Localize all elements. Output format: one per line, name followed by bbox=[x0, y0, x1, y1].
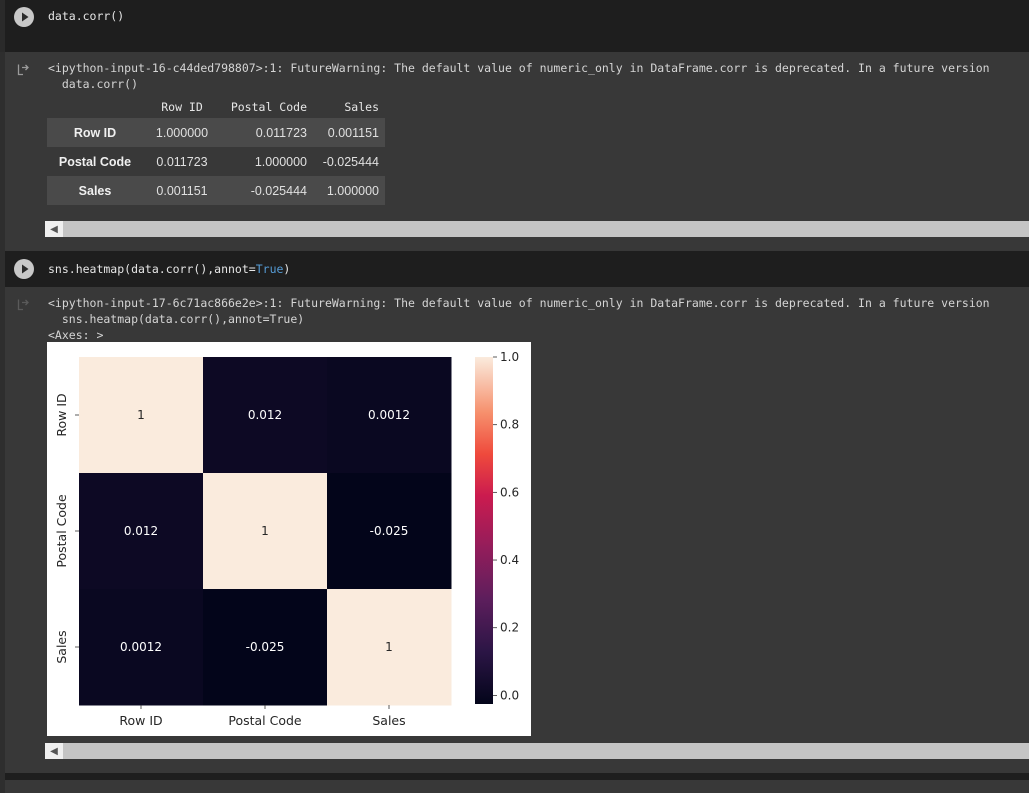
x-tick-label: Row ID bbox=[119, 713, 162, 728]
next-cell-edge bbox=[5, 773, 1029, 780]
colorbar-tick-label: 0.8 bbox=[500, 418, 519, 432]
colorbar bbox=[475, 357, 493, 704]
colorbar-tick-label: 0.2 bbox=[500, 621, 519, 635]
row-label: Row ID bbox=[73, 125, 117, 140]
table-row: Sales 0.001151 -0.025444 1.000000 bbox=[47, 176, 385, 205]
heatmap-annotation: 1 bbox=[137, 408, 145, 422]
play-icon bbox=[22, 12, 29, 22]
cell-2-code[interactable]: sns.heatmap(data.corr(),annot=True) bbox=[48, 262, 290, 276]
colorbar-tick-label: 0.4 bbox=[500, 553, 519, 567]
cell-1-code[interactable]: data.corr() bbox=[48, 9, 124, 23]
row-label: Postal Code bbox=[58, 154, 132, 169]
x-tick-label: Sales bbox=[372, 713, 405, 728]
colorbar-tick-label: 0.6 bbox=[500, 485, 519, 499]
dataframe-index-header bbox=[47, 96, 143, 118]
heatmap-figure: 1 0.012 0.0012 0.012 1 -0.025 0.0012 -0.025 1 Ro… bbox=[47, 342, 531, 736]
heatmap-annotation: -0.025 bbox=[246, 640, 285, 654]
column-header: Row ID bbox=[161, 100, 203, 114]
dataframe-table: Row ID Postal Code Sales Row ID 1.000000… bbox=[47, 96, 385, 205]
axes-repr: <Axes: > bbox=[48, 328, 104, 342]
run-cell-1-button[interactable] bbox=[14, 7, 34, 27]
heatmap-annotation: 1 bbox=[261, 524, 269, 538]
heatmap-annotation: 0.012 bbox=[248, 408, 282, 422]
dataframe-header-row: Row ID Postal Code Sales bbox=[47, 96, 385, 118]
table-cell: 0.001151 bbox=[327, 125, 379, 140]
table-cell: 1.000000 bbox=[326, 183, 379, 198]
y-tick-label: Postal Code bbox=[54, 494, 69, 568]
table-cell: -0.025444 bbox=[322, 154, 379, 169]
cell-1-warning-line-1: <ipython-input-16-c44ded798807>:1: Futur… bbox=[48, 61, 990, 75]
table-cell: 1.000000 bbox=[155, 125, 209, 140]
table-cell: 0.001151 bbox=[156, 183, 208, 198]
x-tick-label: Postal Code bbox=[228, 713, 302, 728]
chevron-left-icon[interactable]: ◀ bbox=[45, 221, 63, 237]
chevron-left-icon[interactable]: ◀ bbox=[45, 743, 63, 759]
heatmap-annotation: 1 bbox=[385, 640, 393, 654]
table-row: Row ID 1.000000 0.011723 0.001151 bbox=[47, 118, 385, 147]
code-cell-1[interactable] bbox=[5, 0, 1029, 52]
code-text: sns.heatmap(data.corr(),annot= bbox=[48, 262, 256, 276]
heatmap-chart: 1 0.012 0.0012 0.012 1 -0.025 0.0012 -0.025 1 Ro… bbox=[54, 350, 519, 728]
heatmap-annotation: 0.012 bbox=[124, 524, 158, 538]
output-1-scrollbar[interactable]: ◀ bbox=[45, 221, 1029, 237]
row-label: Sales bbox=[78, 183, 112, 198]
column-header: Sales bbox=[344, 100, 379, 114]
table-cell: 1.000000 bbox=[254, 154, 307, 169]
play-icon bbox=[22, 264, 29, 274]
heatmap-annotation: 0.0012 bbox=[368, 408, 410, 422]
code-text: ) bbox=[283, 262, 291, 276]
table-cell: 0.011723 bbox=[156, 154, 208, 169]
output-arrow-icon[interactable] bbox=[17, 298, 30, 314]
heatmap-annotation: 0.0012 bbox=[120, 640, 162, 654]
output-arrow-icon[interactable] bbox=[17, 63, 30, 79]
output-2-scrollbar[interactable]: ◀ bbox=[45, 743, 1029, 759]
table-row: Postal Code 0.011723 1.000000 -0.025444 bbox=[47, 147, 385, 176]
colorbar-tick-label: 0.0 bbox=[500, 688, 519, 702]
y-tick-label: Row ID bbox=[54, 393, 69, 436]
table-cell: 0.011723 bbox=[255, 125, 307, 140]
y-tick-label: Sales bbox=[54, 630, 69, 663]
heatmap-annotation: -0.025 bbox=[370, 524, 409, 538]
cell-1-warning-line-2: data.corr() bbox=[48, 77, 139, 91]
colorbar-tick-label: 1.0 bbox=[500, 350, 519, 364]
table-cell: -0.025444 bbox=[250, 183, 307, 198]
column-header: Postal Code bbox=[230, 100, 307, 114]
cell-2-warning-line-1: <ipython-input-17-6c71ac866e2e>:1: Futur… bbox=[48, 296, 990, 310]
cell-2-warning-line-2: sns.heatmap(data.corr(),annot=True) bbox=[48, 312, 305, 326]
code-keyword: True bbox=[255, 262, 284, 276]
run-cell-2-button[interactable] bbox=[14, 259, 34, 279]
